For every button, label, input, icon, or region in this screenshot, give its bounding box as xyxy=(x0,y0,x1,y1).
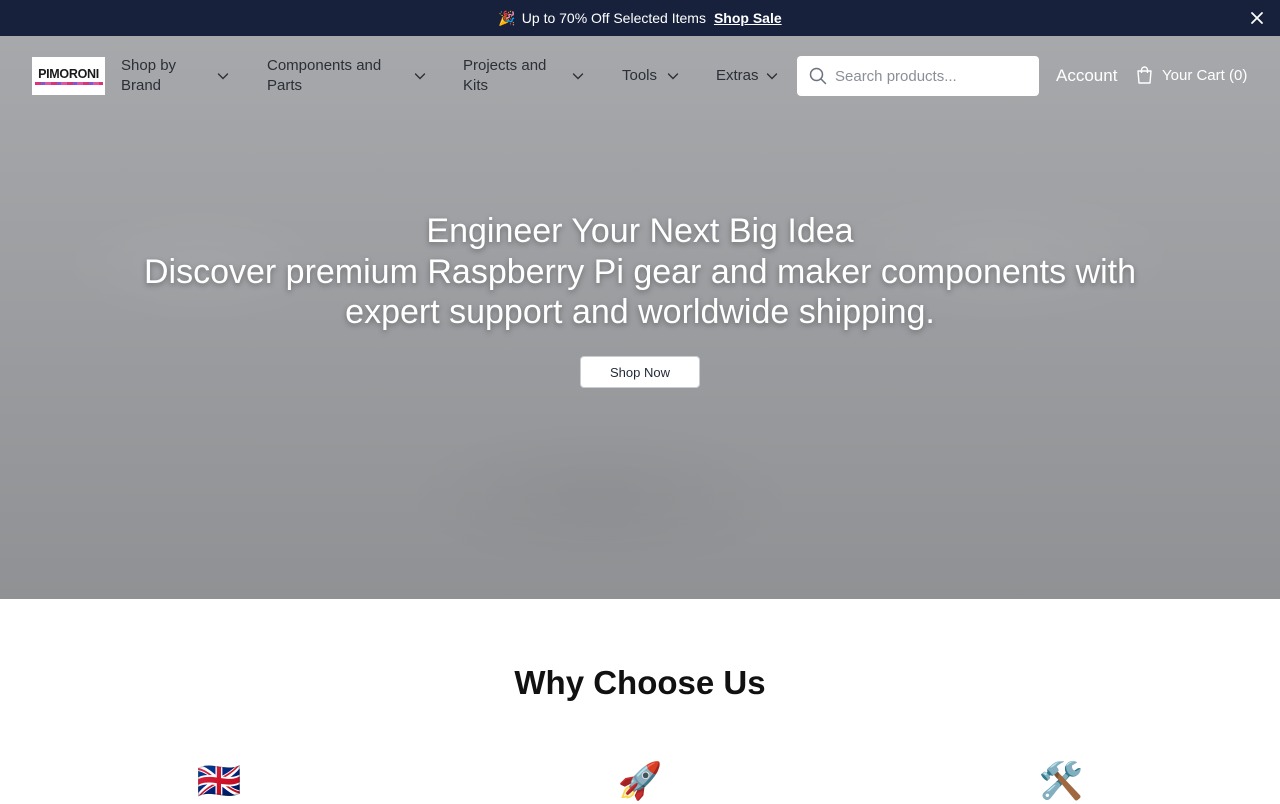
nav-label-line2: Brand xyxy=(121,77,162,94)
logo-wordmark: PIMORONI xyxy=(38,67,99,81)
chevron-down-icon xyxy=(667,73,679,80)
shopping-bag-icon xyxy=(1137,66,1152,84)
rocket-icon: 🚀 xyxy=(617,760,663,801)
announcement-text: Up to 70% Off Selected Items xyxy=(521,10,706,26)
nav-label-line1: Components and xyxy=(267,57,382,74)
hero-subtitle: Discover premium Raspberry Pi gear and m… xyxy=(143,253,1137,331)
nav-projects-and-kits[interactable]: Projects and Kits xyxy=(463,56,588,96)
nav-components-and-parts[interactable]: Components and Parts xyxy=(267,56,427,96)
chevron-down-icon xyxy=(217,73,229,80)
shop-sale-link[interactable]: Shop Sale xyxy=(714,10,782,26)
hero-content: Engineer Your Next Big Idea Discover pre… xyxy=(0,210,1280,332)
site-header: PIMORONI Shop by Brand Components and Pa… xyxy=(0,36,1280,116)
nav-label: Extras xyxy=(716,67,759,84)
uk-flag-icon: 🇬🇧 xyxy=(196,760,242,801)
close-icon[interactable] xyxy=(1248,9,1266,27)
nav-shop-by-brand[interactable]: Shop by Brand xyxy=(121,56,231,96)
why-choose-us-heading: Why Choose Us xyxy=(514,664,766,701)
nav-tools[interactable]: Tools xyxy=(622,66,682,86)
chevron-down-icon xyxy=(572,73,584,80)
chevron-down-icon xyxy=(414,73,426,80)
nav-label-line1: Projects and xyxy=(463,57,547,74)
announcement-bar: 🎉 Up to 70% Off Selected Items Shop Sale xyxy=(0,0,1280,36)
cart-label: Your Cart (0) xyxy=(1162,66,1248,84)
nav-label-line1: Shop by xyxy=(121,57,177,74)
tools-icon: 🛠️ xyxy=(1038,760,1084,801)
party-icon: 🎉 xyxy=(498,9,516,26)
nav-label-line2: Parts xyxy=(267,77,303,94)
nav-extras[interactable]: Extras xyxy=(716,66,782,86)
search-icon xyxy=(809,67,827,85)
cart-link[interactable]: Your Cart (0) xyxy=(1136,66,1247,84)
logo-strip xyxy=(34,82,103,85)
pimoroni-logo[interactable]: PIMORONI xyxy=(32,57,105,95)
search-box[interactable] xyxy=(797,56,1039,96)
nav-label: Tools xyxy=(622,67,658,84)
search-input[interactable] xyxy=(835,56,1030,96)
account-link[interactable]: Account xyxy=(1056,66,1117,86)
hero-title: Engineer Your Next Big Idea xyxy=(426,212,854,250)
shop-now-button[interactable]: Shop Now xyxy=(580,356,700,388)
chevron-down-icon xyxy=(766,73,778,80)
nav-label-line2: Kits xyxy=(463,77,489,94)
